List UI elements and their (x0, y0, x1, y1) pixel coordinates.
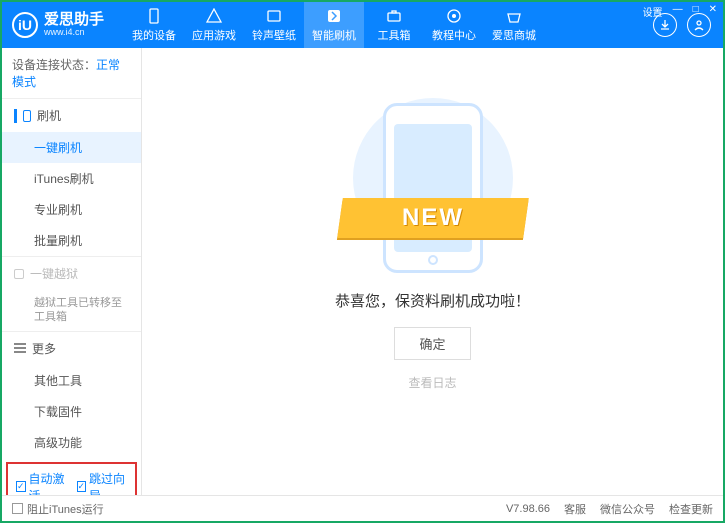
footer: 阻止iTunes运行 V7.98.66 客服 微信公众号 检查更新 (2, 495, 723, 521)
section-header-jailbreak: 一键越狱 (2, 257, 141, 290)
checkbox-icon: ✓ (16, 481, 26, 492)
nav-label: 我的设备 (132, 27, 176, 43)
app-window: 设置 — □ ✕ iU 爱思助手 www.i4.cn 我的设备 应用游戏 铃声壁 (0, 0, 725, 523)
maximize-button[interactable]: □ (691, 4, 701, 19)
nav-label: 爱思商城 (492, 27, 536, 43)
nav-smart-flash[interactable]: 智能刷机 (304, 2, 364, 48)
version-label: V7.98.66 (506, 503, 550, 515)
device-icon (145, 7, 163, 25)
phone-icon (23, 110, 31, 122)
section-header-flash[interactable]: 刷机 (2, 99, 141, 132)
section-header-more[interactable]: 更多 (2, 332, 141, 365)
checkbox-label: 阻止iTunes运行 (27, 501, 104, 517)
sidebar-item-other-tools[interactable]: 其他工具 (2, 365, 141, 396)
wallpaper-icon (265, 7, 283, 25)
jailbreak-note: 越狱工具已转移至工具箱 (2, 290, 141, 331)
checkbox-auto-activate[interactable]: ✓ 自动激活 (16, 470, 67, 495)
flash-icon (325, 7, 343, 25)
checkbox-label: 跳过向导 (89, 470, 127, 495)
accent-bar (14, 109, 17, 123)
store-icon (505, 7, 523, 25)
window-controls: 设置 — □ ✕ (641, 4, 719, 19)
checkbox-icon (12, 503, 23, 514)
phone-illustration: NEW (358, 88, 508, 268)
content: 设备连接状态：正常模式 刷机 一键刷机 iTunes刷机 专业刷机 批量刷机 一… (2, 48, 723, 495)
lock-icon (14, 269, 24, 279)
toolbox-icon (385, 7, 403, 25)
view-log-link[interactable]: 查看日志 (408, 374, 456, 391)
sidebar-item-one-click-flash[interactable]: 一键刷机 (2, 132, 141, 163)
sidebar-item-download-firmware[interactable]: 下载固件 (2, 396, 141, 427)
section-title: 刷机 (37, 107, 61, 124)
app-title: 爱思助手 (44, 12, 104, 29)
app-url: www.i4.cn (44, 28, 104, 38)
close-button[interactable]: ✕ (707, 4, 719, 19)
minimize-button[interactable]: — (671, 4, 685, 19)
section-title: 一键越狱 (30, 265, 78, 282)
nav-toolbox[interactable]: 工具箱 (364, 2, 424, 48)
sidebar: 设备连接状态：正常模式 刷机 一键刷机 iTunes刷机 专业刷机 批量刷机 一… (2, 48, 142, 495)
logo: iU 爱思助手 www.i4.cn (2, 12, 114, 38)
main-panel: NEW 恭喜您，保资料刷机成功啦！ 确定 查看日志 (142, 48, 723, 495)
checkbox-icon: ✓ (77, 481, 87, 492)
wechat-link[interactable]: 微信公众号 (600, 501, 655, 517)
check-update-link[interactable]: 检查更新 (669, 501, 713, 517)
new-banner: NEW (337, 198, 529, 238)
options-row: ✓ 自动激活 ✓ 跳过向导 (6, 462, 137, 495)
nav-ringtone-wallpaper[interactable]: 铃声壁纸 (244, 2, 304, 48)
section-more: 更多 其他工具 下载固件 高级功能 (2, 331, 141, 458)
checkbox-label: 自动激活 (29, 470, 67, 495)
titlebar: 设置 — □ ✕ iU 爱思助手 www.i4.cn 我的设备 应用游戏 铃声壁 (2, 2, 723, 48)
support-link[interactable]: 客服 (564, 501, 586, 517)
nav-label: 工具箱 (378, 27, 411, 43)
section-jailbreak: 一键越狱 越狱工具已转移至工具箱 (2, 256, 141, 331)
main-nav: 我的设备 应用游戏 铃声壁纸 智能刷机 工具箱 教程中心 (124, 2, 641, 48)
nav-label: 智能刷机 (312, 27, 356, 43)
confirm-button[interactable]: 确定 (394, 327, 470, 360)
nav-my-device[interactable]: 我的设备 (124, 2, 184, 48)
section-flash: 刷机 一键刷机 iTunes刷机 专业刷机 批量刷机 (2, 98, 141, 256)
device-status: 设备连接状态：正常模式 (2, 48, 141, 98)
sidebar-item-itunes-flash[interactable]: iTunes刷机 (2, 163, 141, 194)
sidebar-item-pro-flash[interactable]: 专业刷机 (2, 194, 141, 225)
nav-store[interactable]: 爱思商城 (484, 2, 544, 48)
sidebar-item-batch-flash[interactable]: 批量刷机 (2, 225, 141, 256)
nav-label: 铃声壁纸 (252, 27, 296, 43)
success-message: 恭喜您，保资料刷机成功啦！ (335, 290, 530, 311)
checkbox-skip-guide[interactable]: ✓ 跳过向导 (77, 470, 128, 495)
new-label: NEW (402, 204, 464, 232)
nav-label: 教程中心 (432, 27, 476, 43)
hamburger-icon (14, 343, 26, 353)
settings-button[interactable]: 设置 (641, 4, 665, 19)
status-label: 设备连接状态： (12, 58, 96, 72)
nav-label: 应用游戏 (192, 27, 236, 43)
sidebar-item-advanced[interactable]: 高级功能 (2, 427, 141, 458)
checkbox-block-itunes[interactable]: 阻止iTunes运行 (12, 501, 104, 517)
nav-apps-games[interactable]: 应用游戏 (184, 2, 244, 48)
nav-tutorials[interactable]: 教程中心 (424, 2, 484, 48)
section-title: 更多 (32, 340, 56, 357)
logo-icon: iU (12, 12, 38, 38)
apps-icon (205, 7, 223, 25)
tutorial-icon (445, 7, 463, 25)
